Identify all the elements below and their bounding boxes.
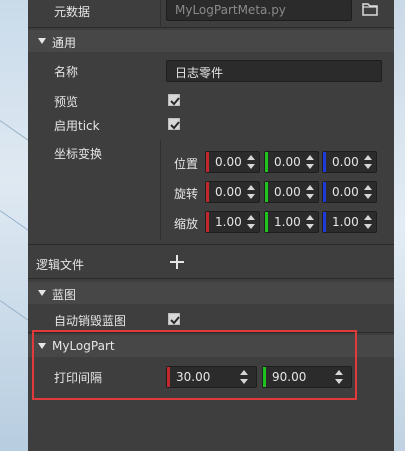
scale-x-field[interactable]: 1.00 <box>205 211 260 233</box>
divider <box>28 278 394 279</box>
plus-icon[interactable] <box>170 255 184 272</box>
scale-y-value: 1.00 <box>274 215 301 229</box>
background-right <box>394 0 405 451</box>
metadata-file-field[interactable]: MyLogPartMeta.py <box>166 0 352 21</box>
preview-checkbox[interactable] <box>168 94 180 106</box>
rotation-y-field[interactable]: 0.00 <box>264 181 319 203</box>
spinner-icon[interactable] <box>247 185 255 199</box>
spinner-icon[interactable] <box>247 155 255 169</box>
transform-label: 坐标变换 <box>54 147 103 161</box>
interval-max-value: 90.00 <box>272 370 307 384</box>
interval-max-field[interactable]: 90.00 <box>262 366 352 388</box>
scale-x-value: 1.00 <box>215 215 242 229</box>
rotation-x-value: 0.00 <box>215 185 242 199</box>
position-z-field[interactable]: 0.00 <box>322 151 377 173</box>
metadata-label: 元数据 <box>54 5 91 19</box>
section-mylogpart-header[interactable]: MyLogPart <box>28 335 394 357</box>
divider <box>28 27 394 28</box>
position-x-value: 0.00 <box>215 155 242 169</box>
section-blueprint-header[interactable]: 蓝图 <box>28 282 394 304</box>
spinner-icon[interactable] <box>240 370 248 384</box>
background-left <box>0 0 34 451</box>
logic-file-label: 逻辑文件 <box>36 258 85 272</box>
rotation-z-value: 0.00 <box>332 185 359 199</box>
section-general-header[interactable]: 通用 <box>28 30 394 52</box>
spinner-icon[interactable] <box>306 155 314 169</box>
spinner-icon[interactable] <box>364 215 372 229</box>
name-label: 名称 <box>54 65 79 79</box>
interval-min-field[interactable]: 30.00 <box>166 366 257 388</box>
section-blueprint-title: 蓝图 <box>52 288 77 302</box>
scale-label: 缩放 <box>174 217 199 231</box>
rotation-y-value: 0.00 <box>274 185 301 199</box>
section-mylogpart-title: MyLogPart <box>52 339 115 353</box>
properties-panel: 元数据 MyLogPartMeta.py 通用 名称 日志零件 预览 启用tic… <box>28 0 394 451</box>
position-x-field[interactable]: 0.00 <box>205 151 260 173</box>
divider <box>28 332 394 333</box>
rotation-z-field[interactable]: 0.00 <box>322 181 377 203</box>
interval-min-value: 30.00 <box>176 370 211 384</box>
preview-label: 预览 <box>54 95 79 109</box>
print-interval-label: 打印间隔 <box>54 371 103 385</box>
enable-tick-checkbox[interactable] <box>168 118 180 130</box>
column-divider <box>160 140 161 240</box>
collapse-triangle-icon <box>38 38 46 44</box>
collapse-triangle-icon <box>38 290 46 296</box>
spinner-icon[interactable] <box>306 215 314 229</box>
enable-tick-label: 启用tick <box>54 119 100 133</box>
spinner-icon[interactable] <box>364 155 372 169</box>
scale-z-value: 1.00 <box>332 215 359 229</box>
spinner-icon[interactable] <box>306 185 314 199</box>
column-divider <box>160 0 161 26</box>
divider <box>28 244 394 245</box>
scale-y-field[interactable]: 1.00 <box>264 211 319 233</box>
spinner-icon[interactable] <box>364 185 372 199</box>
rotation-label: 旋转 <box>174 187 199 201</box>
metadata-row: 元数据 MyLogPartMeta.py <box>28 0 394 26</box>
position-z-value: 0.00 <box>332 155 359 169</box>
folder-icon[interactable] <box>362 2 378 19</box>
section-general-title: 通用 <box>52 36 77 50</box>
position-label: 位置 <box>174 157 199 171</box>
scale-z-field[interactable]: 1.00 <box>322 211 377 233</box>
collapse-triangle-icon <box>38 343 46 349</box>
position-y-value: 0.00 <box>274 155 301 169</box>
rotation-x-field[interactable]: 0.00 <box>205 181 260 203</box>
auto-destroy-label: 自动销毁蓝图 <box>54 314 127 328</box>
position-y-field[interactable]: 0.00 <box>264 151 319 173</box>
spinner-icon[interactable] <box>335 370 343 384</box>
auto-destroy-checkbox[interactable] <box>168 313 180 325</box>
name-field[interactable]: 日志零件 <box>166 60 382 82</box>
spinner-icon[interactable] <box>247 215 255 229</box>
